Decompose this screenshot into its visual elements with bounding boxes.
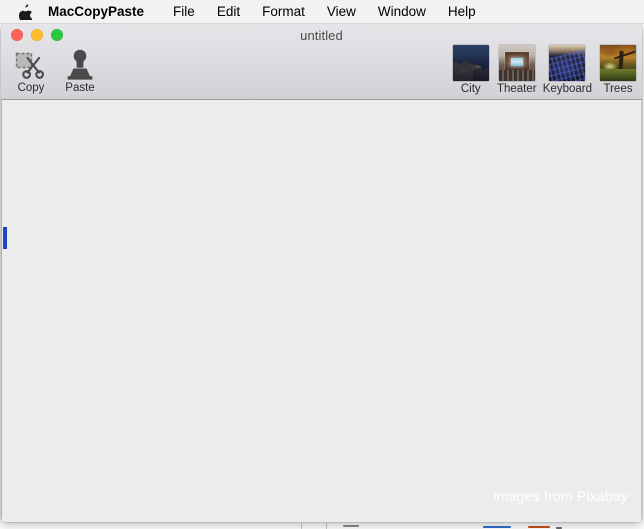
background-text-line-1 [343, 525, 359, 527]
background-text-line-2 [483, 526, 511, 528]
toolbar: Copy Paste City Theater Keyboard Trees [1, 45, 642, 99]
background-divider-2 [326, 523, 327, 529]
image-label-trees: Trees [603, 83, 633, 95]
copy-icon-wrap [15, 45, 47, 81]
menu-item-window[interactable]: Window [367, 1, 437, 23]
toolbar-images-group: City Theater Keyboard Trees [451, 45, 638, 96]
app-window: untitled Copy Paste City Theater Keyboar… [1, 23, 642, 522]
trees-thumbnail-icon [600, 45, 636, 81]
paste-icon-wrap [65, 45, 95, 81]
image-button-keyboard[interactable]: Keyboard [543, 45, 592, 96]
image-button-trees[interactable]: Trees [598, 45, 638, 96]
image-label-city: City [460, 83, 481, 95]
keyboard-thumbnail-icon [549, 45, 586, 81]
theater-screen-shape [510, 58, 523, 66]
copy-button[interactable]: Copy [9, 45, 53, 95]
trees-grass-shape [600, 68, 636, 81]
copy-button-label: Copy [17, 82, 45, 94]
menu-item-file[interactable]: File [162, 1, 206, 23]
content-right-edge [641, 100, 642, 522]
content-left-edge [1, 100, 2, 522]
apple-logo-icon[interactable] [18, 3, 32, 20]
theater-thumbnail-icon [498, 45, 535, 81]
menu-bar: MacCopyPaste File Edit Format View Windo… [0, 0, 644, 24]
text-caret [3, 227, 7, 249]
image-button-city[interactable]: City [451, 45, 491, 96]
paste-button[interactable]: Paste [58, 45, 102, 95]
scissors-icon [15, 51, 47, 81]
menu-item-view[interactable]: View [316, 1, 367, 23]
menu-item-edit[interactable]: Edit [206, 1, 251, 23]
background-divider-1 [301, 523, 302, 529]
stamp-icon [65, 49, 95, 81]
paste-button-label: Paste [65, 82, 95, 94]
pixabay-credit-label: Images from Pixabay [492, 488, 628, 504]
image-label-theater: Theater [496, 83, 537, 95]
city-thumbnail-icon [452, 45, 489, 81]
menu-item-format[interactable]: Format [251, 1, 316, 23]
background-text-line-3 [528, 526, 550, 528]
menu-app-name[interactable]: MacCopyPaste [48, 1, 162, 23]
screen-root: MacCopyPaste File Edit Format View Windo… [0, 0, 644, 529]
toolbar-actions-group: Copy Paste [9, 45, 102, 95]
menu-item-help[interactable]: Help [437, 1, 487, 23]
theater-seats-shape [498, 70, 535, 81]
image-button-theater[interactable]: Theater [497, 45, 537, 96]
keyboard-glow-shape [549, 55, 586, 81]
document-text-area[interactable]: Images from Pixabay [1, 100, 642, 522]
window-titlebar[interactable]: untitled Copy Paste City Theater Keyboar… [1, 23, 642, 100]
window-title: untitled [300, 28, 343, 43]
image-label-keyboard: Keyboard [542, 83, 592, 95]
